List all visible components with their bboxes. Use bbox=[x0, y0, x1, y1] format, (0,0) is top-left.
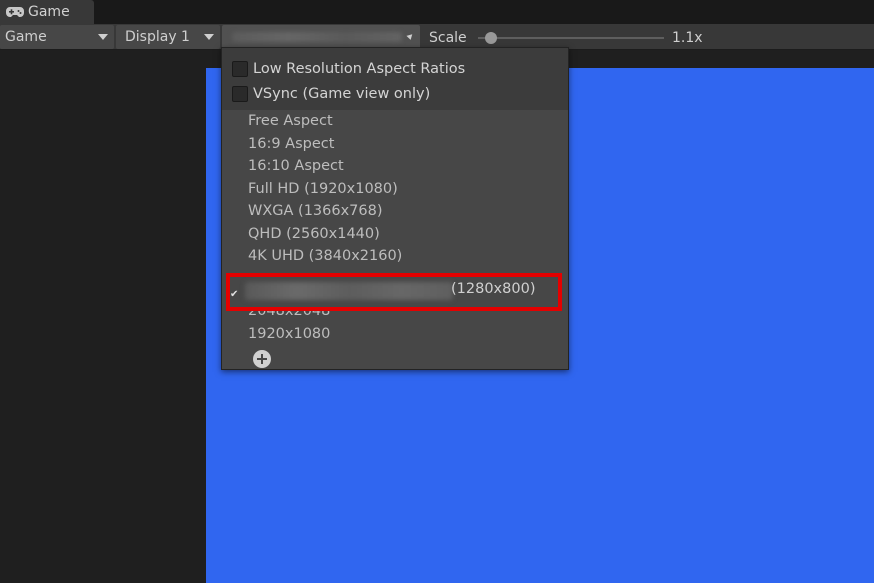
tab-bar: Game bbox=[0, 0, 874, 24]
resolution-menu: Low Resolution Aspect Ratios VSync (Game… bbox=[221, 47, 569, 370]
scale-label: Scale bbox=[429, 30, 467, 46]
menu-item-full-hd[interactable]: Full HD (1920x1080) bbox=[248, 181, 398, 201]
menu-item-16-9[interactable]: 16:9 Aspect bbox=[248, 136, 334, 156]
checkbox-label: Low Resolution Aspect Ratios bbox=[253, 61, 466, 77]
checkbox[interactable] bbox=[232, 86, 248, 102]
tab-game[interactable]: Game bbox=[0, 0, 94, 24]
resolution-dropdown[interactable] bbox=[222, 25, 420, 49]
low-res-aspect-toggle[interactable]: Low Resolution Aspect Ratios bbox=[232, 59, 465, 79]
view-dropdown-label: Game bbox=[5, 29, 47, 45]
vsync-toggle[interactable]: VSync (Game view only) bbox=[232, 84, 430, 104]
gamepad-icon bbox=[6, 7, 24, 17]
tab-label: Game bbox=[28, 4, 70, 20]
menu-item-qhd[interactable]: QHD (2560x1440) bbox=[248, 226, 380, 246]
menu-item-free-aspect[interactable]: Free Aspect bbox=[248, 113, 333, 133]
chevron-down-icon bbox=[406, 34, 414, 41]
highlight-annotation bbox=[226, 273, 562, 311]
menu-item-4k-uhd[interactable]: 4K UHD (3840x2160) bbox=[248, 248, 402, 268]
menu-item-16-10[interactable]: 16:10 Aspect bbox=[248, 158, 344, 178]
checkbox[interactable] bbox=[232, 61, 248, 77]
view-dropdown[interactable]: Game bbox=[0, 25, 114, 49]
redacted-resolution-name bbox=[232, 32, 402, 42]
scale-slider-track[interactable] bbox=[478, 37, 664, 39]
add-resolution-icon[interactable] bbox=[253, 350, 271, 368]
chevron-down-icon bbox=[98, 34, 108, 40]
scale-slider-handle[interactable] bbox=[485, 32, 498, 44]
display-dropdown[interactable]: Display 1 bbox=[116, 25, 220, 49]
menu-item-1920x1080[interactable]: 1920x1080 bbox=[248, 326, 330, 346]
display-dropdown-label: Display 1 bbox=[125, 29, 190, 45]
menu-item-wxga[interactable]: WXGA (1366x768) bbox=[248, 203, 383, 223]
chevron-down-icon bbox=[204, 34, 214, 40]
scale-value: 1.1x bbox=[672, 30, 703, 46]
checkbox-label: VSync (Game view only) bbox=[253, 86, 431, 102]
